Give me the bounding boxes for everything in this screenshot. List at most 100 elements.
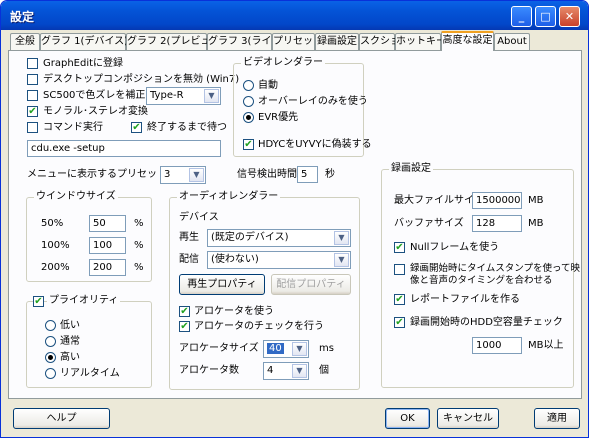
tab-graph3[interactable]: グラフ 3(ライブ) bbox=[207, 33, 285, 50]
dist-property-button[interactable]: 配信プロパティ bbox=[271, 274, 351, 295]
play-device-select[interactable]: (既定のデバイス) ▼ bbox=[207, 229, 351, 247]
audio-renderer-title: オーディオレンダラー bbox=[177, 191, 281, 203]
max-file-input[interactable]: 1500000 bbox=[472, 192, 522, 209]
menu-preset-select[interactable]: 3 ▼ bbox=[160, 166, 206, 184]
alloc-size-label: アロケータサイズ bbox=[179, 343, 259, 354]
command-label: コマンド実行 bbox=[43, 122, 103, 133]
alloc-size-select[interactable]: 40 ▼ bbox=[263, 340, 309, 358]
hdd-check-label: 録画開始時のHDD空容量チェック bbox=[410, 317, 563, 328]
sc500-label: SC500で色ズレを補正 bbox=[43, 90, 146, 101]
buffer-unit: MB bbox=[528, 218, 544, 229]
priority-high-radio[interactable] bbox=[45, 352, 56, 363]
hdd-check-checkbox[interactable]: ✔ bbox=[394, 317, 405, 328]
sc500-type-select[interactable]: Type-R ▼ bbox=[146, 87, 221, 105]
apply-button[interactable]: 適用 bbox=[534, 408, 580, 429]
window-size-title: ウインドウサイズ bbox=[34, 191, 118, 203]
tab-preset[interactable]: プリセット bbox=[272, 33, 323, 50]
mono-stereo-label: モノラル･ステレオ変換 bbox=[43, 106, 148, 117]
dist-device-select[interactable]: (使わない) ▼ bbox=[207, 251, 351, 269]
tab-recording[interactable]: 録画設定 bbox=[315, 33, 359, 50]
chevron-down-icon: ▼ bbox=[334, 253, 349, 267]
chevron-down-icon: ▼ bbox=[334, 231, 349, 245]
wait-exit-checkbox[interactable]: ✔ bbox=[131, 122, 142, 133]
recording-group: 録画設定 最大ファイルサイズ 1500000 MB バッファサイズ 128 MB… bbox=[381, 163, 580, 388]
cancel-button[interactable]: キャンセル bbox=[437, 408, 499, 429]
dist-label: 配信 bbox=[179, 254, 199, 265]
window-title: 設定 bbox=[10, 10, 35, 24]
desktop-comp-checkbox[interactable] bbox=[27, 74, 38, 85]
buffer-input[interactable]: 128 bbox=[472, 215, 522, 232]
ok-button[interactable]: OK bbox=[385, 408, 430, 429]
report-label: レポートファイルを作る bbox=[410, 294, 520, 305]
size-50-input[interactable]: 50 bbox=[89, 215, 126, 232]
video-renderer-title: ビデオレンダラー bbox=[241, 57, 325, 69]
play-property-button[interactable]: 再生プロパティ bbox=[179, 274, 265, 295]
radio-overlay[interactable] bbox=[243, 96, 254, 107]
size-100-label: 100% bbox=[41, 240, 70, 251]
tab-general[interactable]: 全般 bbox=[10, 33, 40, 50]
priority-realtime-radio[interactable] bbox=[45, 368, 56, 379]
window-size-group: ウインドウサイズ 50% 50 % 100% 100 % 200% 200 % bbox=[26, 191, 152, 282]
close-button[interactable]: ✕ bbox=[559, 6, 580, 27]
priority-normal-radio[interactable] bbox=[45, 336, 56, 347]
maximize-button[interactable]: □ bbox=[535, 6, 556, 27]
priority-low-label: 低い bbox=[60, 320, 80, 331]
signal-time-label: 信号検出時間 bbox=[237, 169, 297, 180]
tab-strip: 全般 グラフ 1(デバイス) グラフ 2(プレビュー) グラフ 3(ライブ) プ… bbox=[10, 31, 588, 51]
signal-time-unit: 秒 bbox=[325, 169, 335, 180]
play-device-value: (既定のデバイス) bbox=[211, 232, 289, 243]
tab-hotkey[interactable]: ホットキー bbox=[395, 33, 446, 50]
menu-preset-label: メニューに表示するプリセット bbox=[27, 169, 167, 180]
tab-advanced[interactable]: 高度な設定 bbox=[441, 31, 494, 51]
audio-renderer-group: オーディオレンダラー デバイス 再生 (既定のデバイス) ▼ 配信 (使わない)… bbox=[169, 191, 360, 390]
hdd-unit: MB以上 bbox=[528, 340, 564, 351]
help-button[interactable]: ヘルプ bbox=[13, 408, 110, 429]
size-50-unit: % bbox=[134, 218, 144, 229]
mono-stereo-checkbox[interactable]: ✔ bbox=[27, 106, 38, 117]
signal-time-input[interactable]: 5 bbox=[297, 166, 318, 183]
radio-evr[interactable] bbox=[243, 112, 254, 123]
sc500-checkbox[interactable] bbox=[27, 90, 38, 101]
alloc-count-value: 4 bbox=[267, 365, 274, 376]
check-allocator-checkbox[interactable]: ✔ bbox=[179, 321, 190, 332]
priority-low-radio[interactable] bbox=[45, 320, 56, 331]
alloc-count-select[interactable]: 4 ▼ bbox=[263, 362, 309, 380]
wait-exit-label: 終了するまで待つ bbox=[147, 122, 227, 133]
use-allocator-checkbox[interactable]: ✔ bbox=[179, 306, 190, 317]
radio-overlay-label: オーバーレイのみを使う bbox=[258, 96, 368, 107]
use-allocator-label: アロケータを使う bbox=[194, 306, 274, 317]
priority-checkbox[interactable]: ✔ bbox=[33, 296, 44, 307]
timestamp-label-line2: 像と音声のタイミングを合わせる bbox=[410, 275, 553, 286]
graphedit-checkbox[interactable] bbox=[27, 58, 38, 69]
radio-evr-label: EVR優先 bbox=[258, 112, 299, 123]
radio-auto[interactable] bbox=[243, 80, 254, 91]
tab-graph2[interactable]: グラフ 2(プレビュー) bbox=[126, 33, 224, 50]
advanced-panel: GraphEditに登録 デスクトップコンポジションを無効 (Win7) SC5… bbox=[8, 50, 582, 399]
command-checkbox[interactable] bbox=[27, 122, 38, 133]
hdyc-label: HDYCをUYVYに偽装する bbox=[258, 139, 372, 150]
hdd-value-input[interactable]: 1000 bbox=[472, 337, 522, 354]
buffer-label: バッファサイズ bbox=[394, 218, 464, 229]
timestamp-checkbox[interactable] bbox=[394, 264, 405, 275]
chevron-down-icon: ▼ bbox=[204, 89, 219, 103]
command-input[interactable]: cdu.exe -setup bbox=[27, 140, 221, 157]
alloc-size-value: 40 bbox=[267, 343, 284, 354]
size-200-unit: % bbox=[134, 262, 144, 273]
chevron-down-icon: ▼ bbox=[292, 342, 307, 356]
priority-group: ✔ プライオリティ 低い 通常 高い リアルタイム bbox=[26, 295, 152, 388]
null-frame-checkbox[interactable]: ✔ bbox=[394, 242, 405, 253]
video-renderer-group: ビデオレンダラー 自動 オーバーレイのみを使う EVR優先 ✔ HDYCをUYV… bbox=[233, 57, 372, 157]
tab-graph1[interactable]: グラフ 1(デバイス) bbox=[40, 33, 128, 50]
check-allocator-label: アロケータのチェックを行う bbox=[194, 321, 324, 332]
minimize-button[interactable]: _ bbox=[511, 6, 532, 27]
title-bar[interactable]: 設定 _ □ ✕ bbox=[1, 1, 588, 30]
priority-title: プライオリティ bbox=[47, 295, 121, 307]
report-checkbox[interactable]: ✔ bbox=[394, 294, 405, 305]
size-100-input[interactable]: 100 bbox=[89, 237, 126, 254]
tab-about[interactable]: About bbox=[494, 33, 530, 50]
max-file-label: 最大ファイルサイズ bbox=[394, 195, 484, 206]
priority-realtime-label: リアルタイム bbox=[60, 368, 120, 379]
size-200-input[interactable]: 200 bbox=[89, 259, 126, 276]
hdyc-checkbox[interactable]: ✔ bbox=[243, 139, 254, 150]
tab-screenshot[interactable]: スクショ bbox=[359, 33, 400, 50]
